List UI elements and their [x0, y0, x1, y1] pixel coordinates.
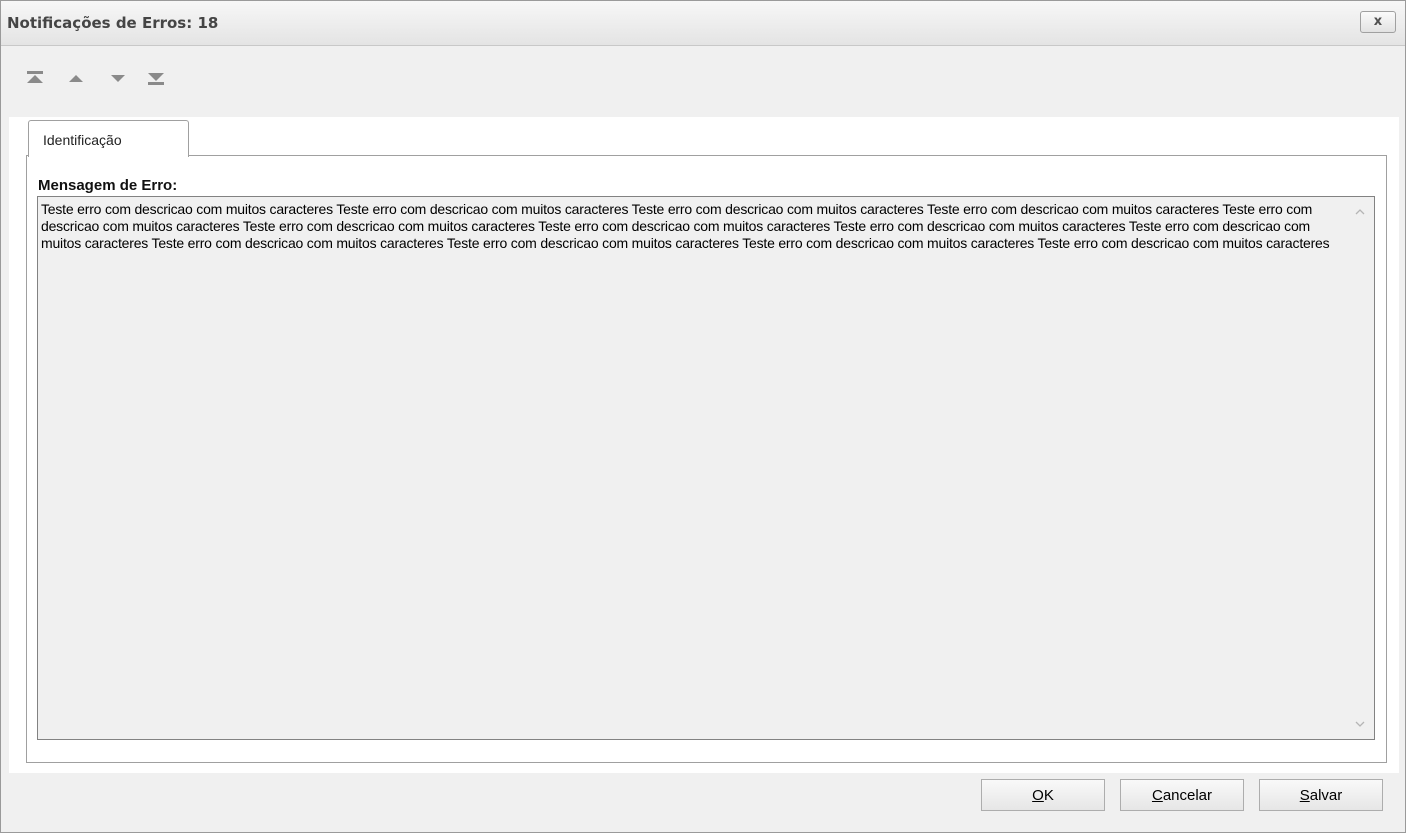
tab-panel: Mensagem de Erro: Teste erro com descric…	[26, 155, 1387, 763]
cancel-mnemonic: C	[1151, 787, 1163, 804]
title-bar: Notificações de Erros: 18 x	[1, 1, 1405, 46]
last-record-icon[interactable]	[147, 70, 165, 86]
error-notifications-dialog: Notificações de Erros: 18 x Identificaçã…	[0, 0, 1406, 833]
first-record-icon[interactable]	[26, 70, 44, 86]
record-navigation-toolbar	[1, 46, 1405, 116]
close-icon: x	[1373, 14, 1383, 29]
error-message-label: Mensagem de Erro:	[38, 177, 178, 194]
previous-record-icon[interactable]	[67, 70, 85, 86]
tab-label: Identificação	[43, 132, 122, 148]
save-mnemonic: S	[1299, 787, 1310, 804]
cancel-button[interactable]: Cancelar	[1120, 779, 1244, 811]
scroll-up-icon[interactable]	[1354, 207, 1366, 217]
error-message-text: Teste erro com descricao com muitos cara…	[41, 201, 1330, 251]
dialog-footer: OK Cancelar Salvar	[1, 774, 1405, 832]
cancel-label-rest: ancelar	[1162, 787, 1213, 804]
tab-identificacao[interactable]: Identificação	[28, 120, 189, 157]
ok-mnemonic: O	[1032, 787, 1044, 804]
dialog-title: Notificações de Erros: 18	[7, 14, 219, 32]
content-area: Identificação Mensagem de Erro: Teste er…	[9, 117, 1399, 773]
save-label-rest: alvar	[1309, 787, 1343, 804]
scroll-down-icon[interactable]	[1354, 719, 1366, 729]
error-message-memo[interactable]: Teste erro com descricao com muitos cara…	[37, 196, 1375, 740]
ok-label-rest: K	[1043, 787, 1054, 804]
save-button[interactable]: Salvar	[1259, 779, 1383, 811]
close-button[interactable]: x	[1360, 11, 1396, 33]
next-record-icon[interactable]	[109, 70, 127, 86]
ok-button[interactable]: OK	[981, 779, 1105, 811]
